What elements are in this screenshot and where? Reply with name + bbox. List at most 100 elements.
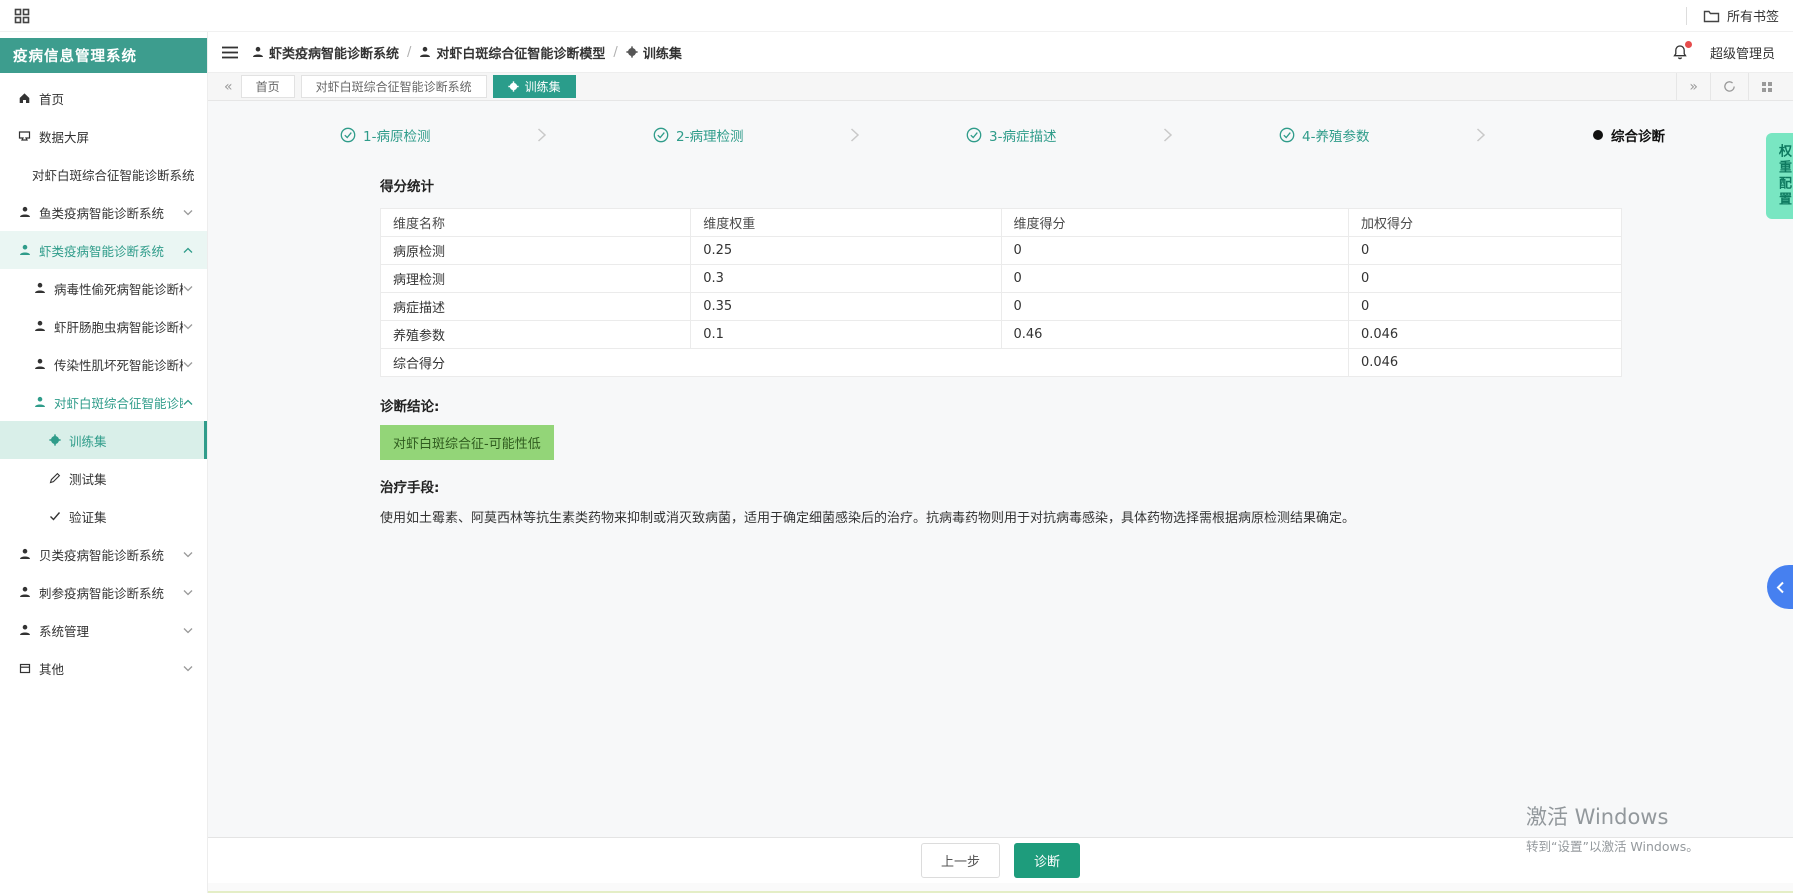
step-farming-parameters[interactable]: 4-养殖参数 — [1279, 125, 1369, 145]
user-icon — [33, 282, 46, 294]
all-bookmarks-button[interactable]: 所有书签 — [1703, 6, 1779, 25]
sidebar-item-other[interactable]: 其他 — [0, 649, 207, 687]
sidebar-item-imn-model[interactable]: 传染性肌坏死智能诊断模型 — [0, 345, 207, 383]
treatment-text: 使用如土霉素、阿莫西林等抗生素类药物来抑制或消灭致病菌，适用于确定细菌感染后的治… — [380, 511, 1356, 526]
divider — [1685, 6, 1687, 25]
table-row-total: 综合得分 0.046 — [380, 348, 1623, 377]
step-check-icon — [1279, 127, 1295, 143]
user-icon — [18, 586, 31, 598]
chevron-up-icon — [183, 399, 193, 406]
notifications-button[interactable] — [1672, 40, 1692, 61]
tabs-scroll-left-icon[interactable]: « — [216, 79, 241, 95]
app-window: 所有书签 疫病信息管理系统 首页 数据大屏 对虾白斑综合征智能诊断系统 鱼类疫病… — [0, 0, 1793, 893]
tab-home[interactable]: 首页 — [240, 75, 295, 98]
chevron-down-icon — [183, 323, 193, 330]
user-icon — [18, 548, 31, 560]
screen-icon — [18, 130, 31, 142]
diagnose-button[interactable]: 诊断 — [1014, 843, 1081, 878]
chevron-down-icon — [183, 627, 193, 634]
sidebar-item-fish-system[interactable]: 鱼类疫病智能诊断系统 — [0, 193, 207, 231]
step-check-icon — [340, 127, 356, 143]
weight-config-button[interactable]: 权重配置 — [1766, 133, 1793, 219]
breadcrumb-separator: / — [407, 44, 412, 60]
step-pathogen-detection[interactable]: 1-病原检测 — [340, 125, 430, 145]
sidebar-item-shellfish-system[interactable]: 贝类疫病智能诊断系统 — [0, 535, 207, 573]
tabs-scroll-right-icon[interactable]: » — [1676, 72, 1710, 101]
edit-icon — [48, 472, 61, 484]
user-icon — [252, 46, 264, 58]
user-icon — [33, 320, 46, 332]
step-pathology-detection[interactable]: 2-病理检测 — [653, 125, 743, 145]
chevron-down-icon — [183, 285, 193, 292]
wizard-stepper: 1-病原检测 2-病理检测 3-病症描述 4-养殖参数 综合诊断 — [208, 101, 1793, 145]
chevron-down-icon — [183, 589, 193, 596]
sidebar-item-data-screen[interactable]: 数据大屏 — [0, 117, 207, 155]
diagnosis-conclusion-label: 诊断结论: — [380, 399, 440, 415]
tab-bar: « 首页 对虾白斑综合征智能诊断系统 训练集 » — [208, 72, 1793, 101]
sidebar-item-wssv-model[interactable]: 对虾白斑综合征智能诊断模型 — [0, 383, 207, 421]
layout-grid-icon[interactable] — [1748, 72, 1785, 101]
table-row: 病理检测 0.3 0 0 — [379, 264, 1623, 293]
sidebar-item-validation-set[interactable]: 验证集 — [0, 497, 207, 535]
step-check-icon — [966, 127, 982, 143]
table-row: 病症描述 0.35 0 0 — [379, 292, 1623, 321]
sidebar-item-shrimp-system[interactable]: 虾类疫病智能诊断系统 — [0, 231, 207, 269]
sidebar-item-training-set[interactable]: 训练集 — [0, 421, 207, 459]
column-header: 维度名称 — [379, 208, 692, 237]
table-header-row: 维度名称 维度权重 维度得分 加权得分 — [379, 208, 1623, 237]
column-header: 维度得分 — [1000, 208, 1349, 237]
breadcrumb-item[interactable]: 训练集 — [626, 43, 682, 62]
breadcrumb: 虾类疫病智能诊断系统 / 对虾白斑综合征智能诊断模型 / 训练集 — [252, 43, 682, 62]
score-section-title: 得分统计 — [380, 179, 434, 195]
previous-step-button[interactable]: 上一步 — [920, 843, 1000, 878]
chevron-down-icon — [183, 361, 193, 368]
step-arrow-icon — [850, 128, 860, 142]
step-arrow-icon — [1476, 128, 1486, 142]
table-row: 养殖参数 0.1 0.46 0.046 — [379, 320, 1623, 349]
diagnosis-result-badge: 对虾白斑综合征-可能性低 — [380, 425, 554, 460]
chevron-up-icon — [183, 247, 193, 254]
step-check-icon — [653, 127, 669, 143]
score-table: 维度名称 维度权重 维度得分 加权得分 病原检测 0.25 0 0 病理检测 0… — [379, 208, 1623, 377]
user-icon — [33, 358, 46, 370]
home-icon — [18, 92, 31, 104]
current-user[interactable]: 超级管理员 — [1710, 43, 1775, 62]
notification-badge — [1684, 40, 1692, 48]
breadcrumb-item[interactable]: 对虾白斑综合征智能诊断模型 — [419, 43, 605, 62]
user-icon — [419, 46, 431, 58]
tab-wssv-system[interactable]: 对虾白斑综合征智能诊断系统 — [300, 75, 487, 98]
box-icon — [18, 662, 31, 674]
apps-grid-icon[interactable] — [14, 8, 30, 24]
wizard-footer: 上一步 诊断 — [208, 837, 1793, 883]
table-row: 病原检测 0.25 0 0 — [379, 236, 1623, 265]
check-icon — [48, 510, 61, 522]
dataset-icon — [507, 81, 519, 92]
breadcrumb-item[interactable]: 虾类疫病智能诊断系统 — [252, 43, 399, 62]
window-bottom-edge — [208, 883, 1793, 893]
main-content: 1-病原检测 2-病理检测 3-病症描述 4-养殖参数 综合诊断 得分统计 维度… — [208, 101, 1793, 893]
dataset-icon — [626, 46, 638, 58]
sidebar-nav: 首页 数据大屏 对虾白斑综合征智能诊断系统 鱼类疫病智能诊断系统 虾类疫病智能诊 — [0, 73, 207, 687]
sidebar-item-system-management[interactable]: 系统管理 — [0, 611, 207, 649]
sidebar: 疫病信息管理系统 首页 数据大屏 对虾白斑综合征智能诊断系统 鱼类疫病智能诊断系… — [0, 32, 208, 893]
app-title: 疫病信息管理系统 — [0, 38, 207, 73]
sidebar-item-viral-model[interactable]: 病毒性偷死病智能诊断模型 — [0, 269, 207, 307]
menu-collapse-icon[interactable] — [222, 46, 238, 59]
sidebar-item-ehp-model[interactable]: 虾肝肠胞虫病智能诊断模型 — [0, 307, 207, 345]
column-header: 维度权重 — [690, 208, 1002, 237]
step-comprehensive-diagnosis[interactable]: 综合诊断 — [1592, 125, 1665, 145]
tab-training-set[interactable]: 训练集 — [492, 75, 576, 98]
breadcrumb-separator: / — [613, 44, 618, 60]
step-symptom-description[interactable]: 3-病症描述 — [966, 125, 1056, 145]
refresh-icon[interactable] — [1710, 72, 1748, 101]
step-dot-icon — [1592, 129, 1604, 141]
sidebar-item-home[interactable]: 首页 — [0, 79, 207, 117]
sidebar-item-test-set[interactable]: 测试集 — [0, 459, 207, 497]
app-header: 虾类疫病智能诊断系统 / 对虾白斑综合征智能诊断模型 / 训练集 超级管理员 — [208, 32, 1793, 72]
sidebar-item-sea-cucumber-system[interactable]: 刺参疫病智能诊断系统 — [0, 573, 207, 611]
column-header: 加权得分 — [1347, 208, 1623, 237]
user-icon — [33, 396, 46, 408]
chevron-down-icon — [183, 665, 193, 672]
chevron-left-icon — [1776, 581, 1785, 594]
sidebar-item-wssv-system[interactable]: 对虾白斑综合征智能诊断系统 — [0, 155, 207, 193]
